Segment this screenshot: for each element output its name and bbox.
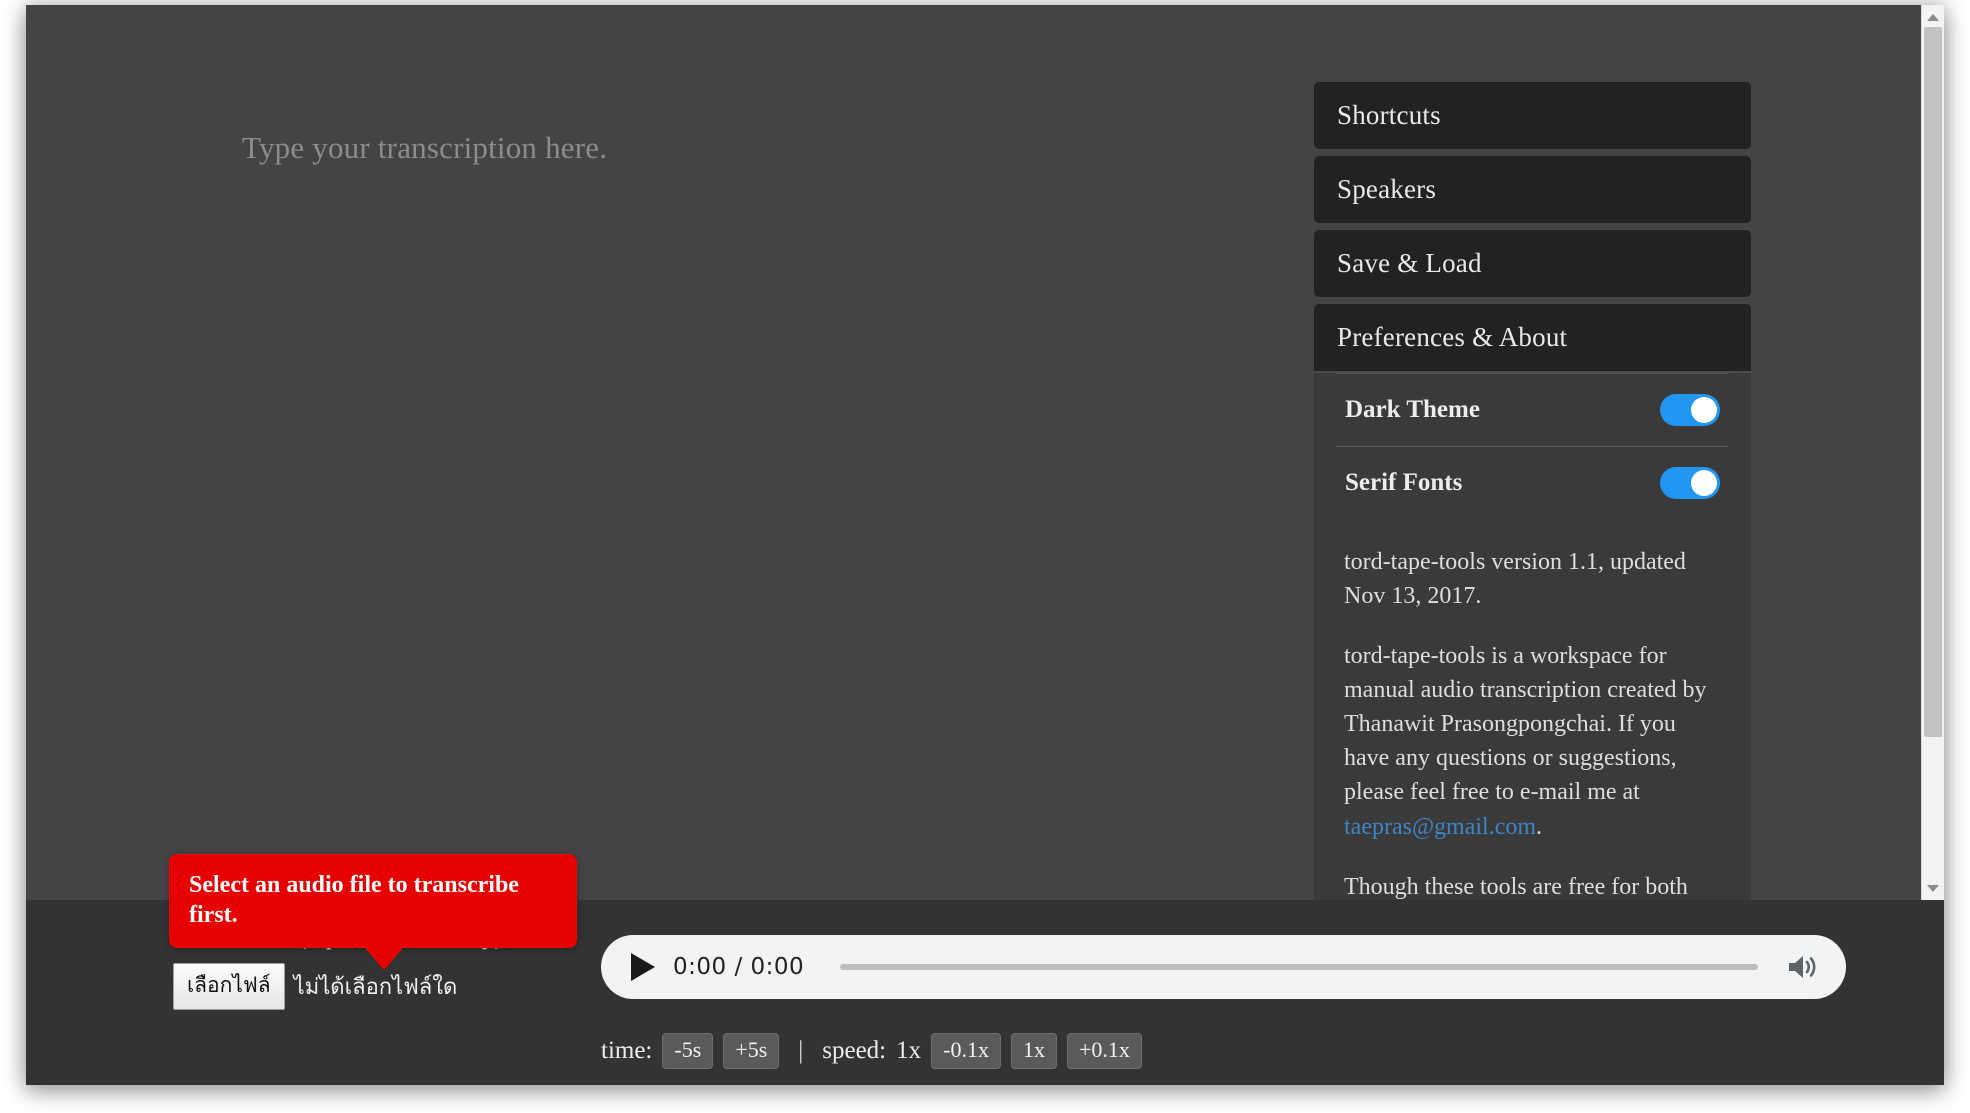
file-input-row: เลือกไฟล์ ไม่ได้เลือกไฟล์ใด xyxy=(173,963,457,1010)
time-label: time: xyxy=(601,1037,653,1064)
choose-file-button[interactable]: เลือกไฟล์ xyxy=(173,963,285,1010)
vertical-scrollbar[interactable] xyxy=(1921,5,1944,900)
app-window: Type your transcription here. Shortcuts … xyxy=(26,5,1944,1085)
page-root: Type your transcription here. Shortcuts … xyxy=(0,0,1970,1113)
controls-separator: | xyxy=(798,1037,804,1064)
about-version-text: tord-tape-tools version 1.1, updated Nov… xyxy=(1344,549,1686,610)
about-description-part1: tord-tape-tools is a workspace for manua… xyxy=(1344,643,1707,806)
toggle-knob xyxy=(1691,397,1717,423)
about-description-text: tord-tape-tools is a workspace for manua… xyxy=(1336,639,1729,843)
speed-value: 1x xyxy=(896,1037,922,1064)
preference-row-dark-theme: Dark Theme xyxy=(1336,373,1729,446)
speed-increase-button[interactable]: +0.1x xyxy=(1066,1033,1142,1069)
accordion-item-shortcuts: Shortcuts xyxy=(1314,82,1751,149)
accordion-item-save-load: Save & Load xyxy=(1314,230,1751,297)
accordion-header-speakers[interactable]: Speakers xyxy=(1314,156,1751,223)
accordion-item-speakers: Speakers xyxy=(1314,156,1751,223)
scroll-down-arrow-icon[interactable] xyxy=(1922,878,1944,898)
speed-label: speed: xyxy=(822,1037,887,1064)
accordion-header-save-load[interactable]: Save & Load xyxy=(1314,230,1751,297)
preference-row-serif-fonts: Serif Fonts xyxy=(1336,446,1729,519)
scroll-up-arrow-icon[interactable] xyxy=(1922,7,1944,27)
error-tooltip: Select an audio file to transcribe first… xyxy=(169,854,577,970)
speed-reset-button[interactable]: 1x xyxy=(1010,1033,1057,1069)
error-tooltip-message: Select an audio file to transcribe first… xyxy=(189,872,519,928)
volume-icon[interactable] xyxy=(1786,953,1820,981)
toggle-dark-theme[interactable] xyxy=(1660,394,1720,426)
tooltip-arrow-icon xyxy=(365,948,403,970)
time-forward-5s-button[interactable]: +5s xyxy=(723,1033,780,1069)
scrollbar-thumb[interactable] xyxy=(1924,27,1942,737)
time-back-5s-button[interactable]: -5s xyxy=(662,1033,714,1069)
email-link[interactable]: taepras@gmail.com xyxy=(1344,814,1536,840)
speed-decrease-button[interactable]: -0.1x xyxy=(931,1033,1001,1069)
file-status-text: ไม่ได้เลือกไฟล์ใด xyxy=(293,975,458,1000)
preference-label-dark-theme: Dark Theme xyxy=(1345,396,1480,423)
about-description-part2: . xyxy=(1536,813,1543,840)
preference-label-serif-fonts: Serif Fonts xyxy=(1345,469,1463,496)
accordion-header-preferences-about[interactable]: Preferences & About xyxy=(1314,304,1751,373)
audio-player[interactable]: 0:00 / 0:00 xyxy=(601,935,1846,999)
audio-progress-slider[interactable] xyxy=(840,964,1758,970)
play-icon[interactable] xyxy=(631,953,655,981)
toggle-knob xyxy=(1691,470,1717,496)
playback-controls-row: time: -5s +5s | speed: 1x -0.1x 1x +0.1x xyxy=(601,1033,1142,1069)
accordion-header-shortcuts[interactable]: Shortcuts xyxy=(1314,82,1751,149)
toggle-serif-fonts[interactable] xyxy=(1660,467,1720,499)
audio-time-display: 0:00 / 0:00 xyxy=(673,954,805,980)
